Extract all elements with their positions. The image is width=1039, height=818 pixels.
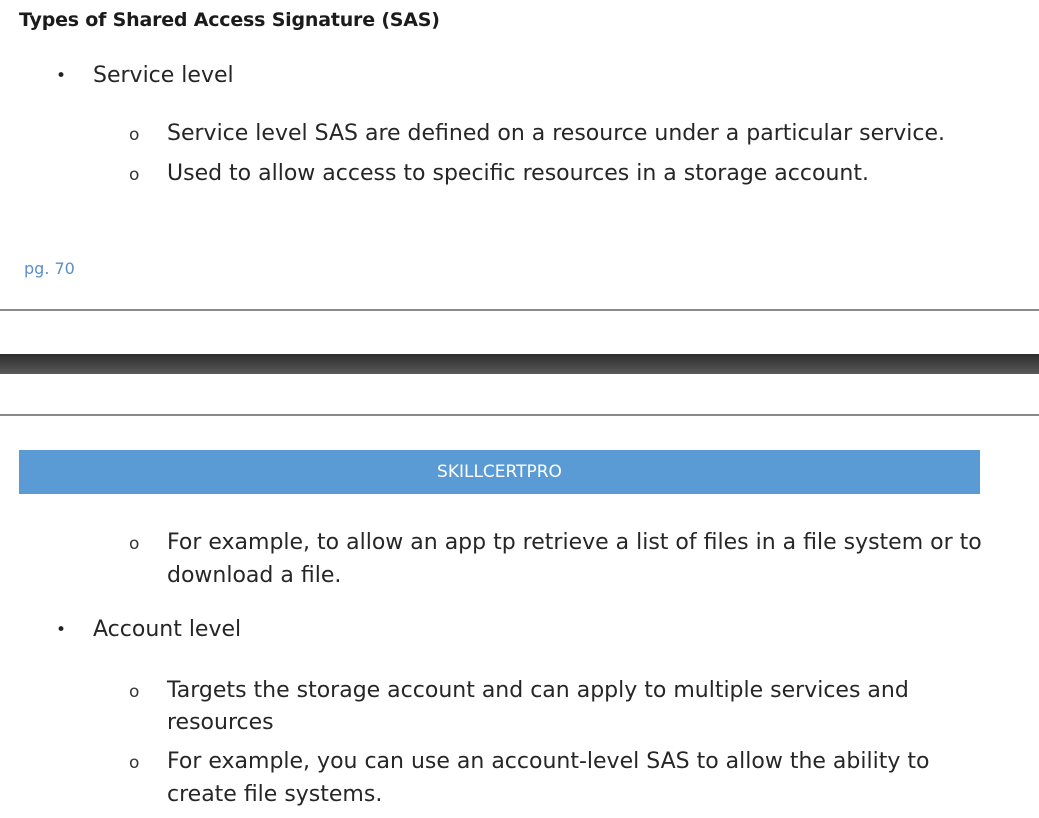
sub-bullet-marker: o [129, 682, 140, 702]
section-heading: Types of Shared Access Signature (SAS) [19, 9, 440, 31]
sub-bullet-marker: o [129, 753, 140, 773]
page-gap [0, 354, 1039, 374]
sub-bullet-marker: o [129, 534, 140, 554]
header-rule [0, 414, 1039, 416]
page-number: pg. 70 [24, 259, 75, 278]
service-level-item-1: Service level SAS are defined on a resou… [167, 121, 945, 146]
continued-item-line-2: download a file. [167, 563, 342, 588]
account-level-label: Account level [93, 617, 242, 642]
sub-bullet-marker: o [129, 125, 140, 145]
sub-bullet-marker: o [129, 165, 140, 185]
header-banner-text: SKILLCERTPRO [437, 462, 562, 482]
bullet-marker: • [56, 66, 67, 86]
footer-rule [0, 309, 1039, 311]
header-banner: SKILLCERTPRO [19, 450, 980, 494]
service-level-label: Service level [93, 63, 234, 88]
service-level-item-2: Used to allow access to specific resourc… [167, 161, 869, 186]
account-level-item-1-line-2: resources [167, 710, 274, 735]
account-level-item-2-line-2: create file systems. [167, 782, 383, 807]
bullet-marker: • [56, 620, 67, 640]
account-level-item-2-line-1: For example, you can use an account-leve… [167, 749, 930, 774]
account-level-item-1-line-1: Targets the storage account and can appl… [167, 678, 909, 703]
continued-item-line-1: For example, to allow an app tp retrieve… [167, 530, 982, 555]
